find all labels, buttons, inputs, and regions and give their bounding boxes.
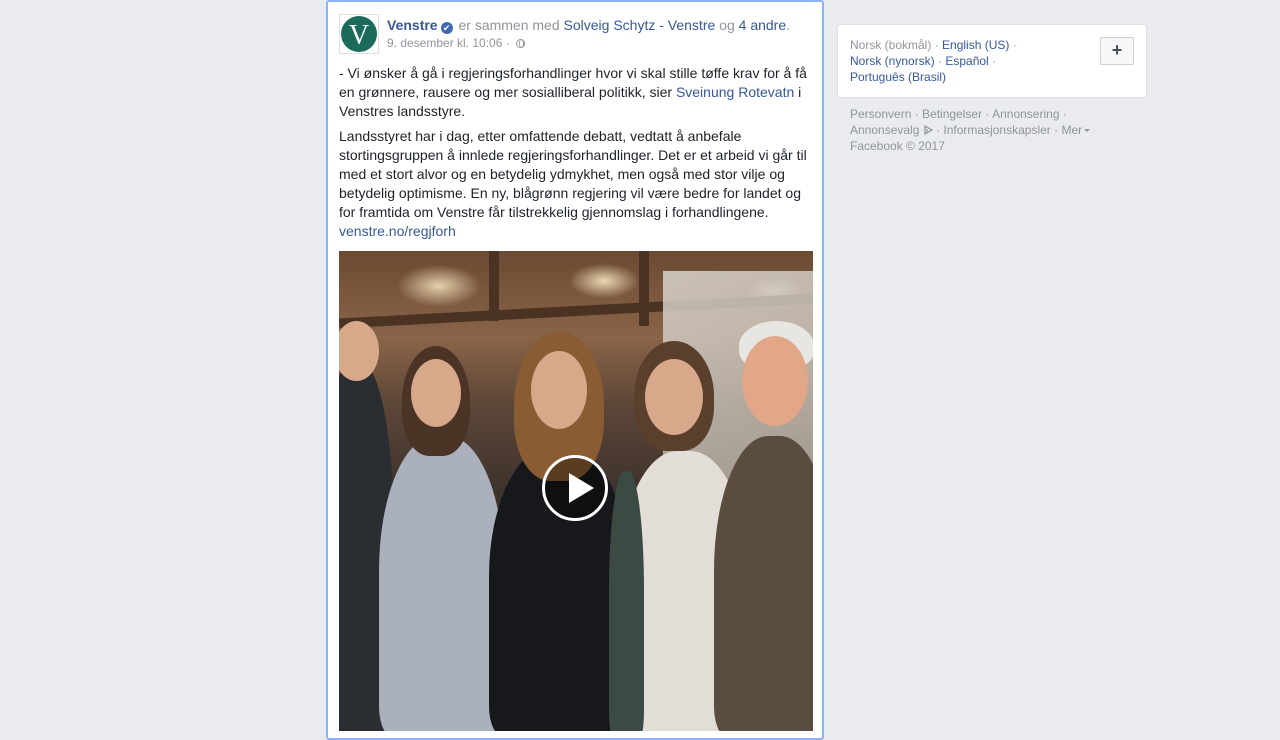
- period: .: [786, 17, 791, 33]
- person-4-head: [645, 359, 703, 435]
- post-header: V Venstre ✔ er sammen med Solveig Schytz …: [339, 14, 812, 58]
- copyright: Facebook © 2017: [850, 139, 945, 153]
- feed-post: V Venstre ✔ er sammen med Solveig Schytz …: [326, 0, 824, 740]
- current-language: Norsk (bokmål): [850, 38, 932, 52]
- play-button[interactable]: [542, 455, 608, 521]
- chevron-down-icon[interactable]: [1084, 129, 1091, 132]
- globe-icon[interactable]: [516, 39, 526, 48]
- video-player[interactable]: [339, 251, 813, 731]
- footer-link-more[interactable]: Mer: [1061, 123, 1082, 137]
- add-language-button[interactable]: +: [1100, 37, 1134, 65]
- mention-link[interactable]: Sveinung Rotevatn: [676, 84, 794, 100]
- separator: ·: [505, 36, 510, 50]
- person-2: [379, 436, 504, 731]
- post-text: - Vi ønsker å gå i regjeringsforhandling…: [339, 64, 811, 247]
- footer-link-cookies[interactable]: Informasjonskapsler: [943, 123, 1050, 137]
- post-timestamp[interactable]: 9. desember kl. 10:06: [387, 36, 502, 50]
- language-option-nynorsk[interactable]: Norsk (nynorsk): [850, 54, 935, 68]
- person-2-head: [411, 359, 461, 427]
- footer-link-adchoices[interactable]: Annonsevalg: [850, 123, 919, 137]
- person-1-head: [339, 321, 379, 381]
- ceiling-beam: [639, 251, 649, 326]
- footer-links: Personvern · Betingelser · Annonsering ·…: [850, 106, 1140, 154]
- language-option-portugues[interactable]: Português (Brasil): [850, 70, 946, 84]
- page-name-link[interactable]: Venstre: [387, 17, 438, 33]
- tagged-page-link[interactable]: Solveig Schytz - Venstre: [564, 17, 716, 33]
- footer-link-advertising[interactable]: Annonsering: [992, 107, 1059, 121]
- language-selector-box: Norsk (bokmål) · English (US) · Norsk (n…: [837, 24, 1147, 98]
- ceiling-beam: [489, 251, 499, 321]
- page-avatar[interactable]: V: [339, 14, 379, 54]
- footer-link-terms[interactable]: Betingelser: [922, 107, 982, 121]
- person-5: [714, 436, 813, 731]
- post-paragraph-2: Landsstyret har i dag, etter omfattende …: [339, 127, 811, 241]
- others-link[interactable]: 4 andre: [739, 17, 786, 33]
- person-4-cardigan: [609, 471, 644, 731]
- venstre-logo-icon: V: [341, 16, 377, 52]
- post-paragraph-1: - Vi ønsker å gå i regjeringsforhandling…: [339, 64, 811, 121]
- svg-text:V: V: [349, 20, 369, 51]
- language-option-espanol[interactable]: Español: [945, 54, 988, 68]
- and-text: og: [719, 17, 735, 33]
- with-text: er sammen med: [458, 17, 560, 33]
- language-option-english[interactable]: English (US): [942, 38, 1009, 52]
- verified-badge-icon: ✔: [440, 22, 453, 34]
- person-3-head: [531, 351, 587, 429]
- language-list: Norsk (bokmål) · English (US) · Norsk (n…: [850, 38, 1017, 84]
- article-link[interactable]: venstre.no/regjforh: [339, 223, 456, 239]
- person-5-head: [742, 336, 808, 426]
- para2-text: Landsstyret har i dag, etter omfattende …: [339, 128, 807, 220]
- adchoices-icon[interactable]: [923, 125, 933, 135]
- footer-link-privacy[interactable]: Personvern: [850, 107, 911, 121]
